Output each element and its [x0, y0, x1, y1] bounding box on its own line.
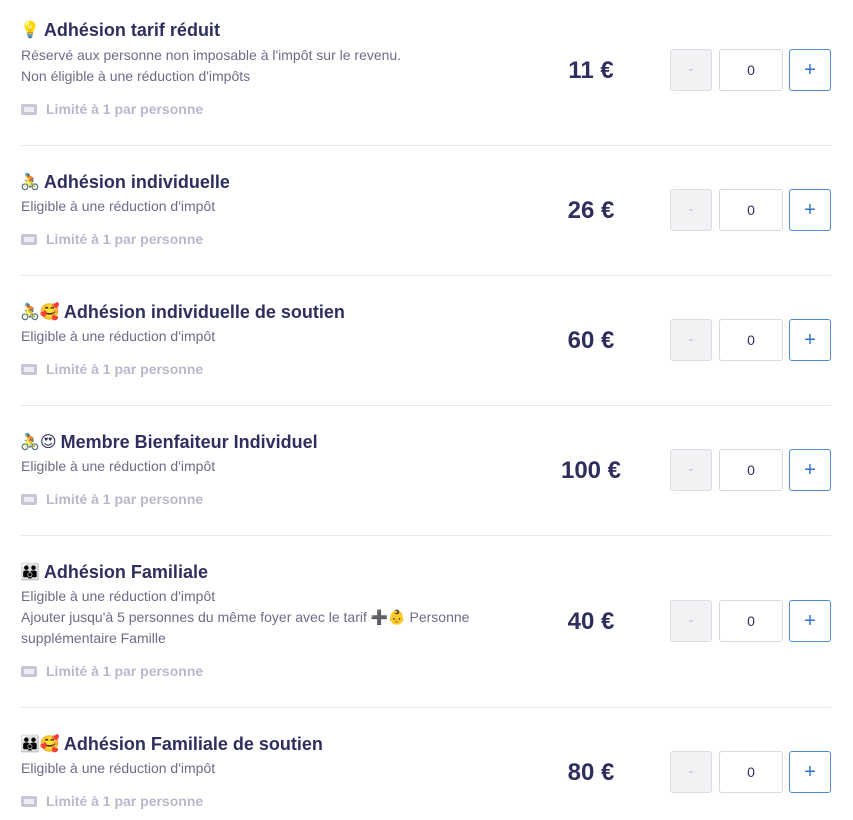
- quantity-input[interactable]: [719, 600, 783, 642]
- ticket-icon: [21, 103, 37, 115]
- ticket-icon: [21, 795, 37, 807]
- list-item: 👪🥰 Adhésion Familiale de soutien Eligibl…: [20, 708, 831, 820]
- quantity-stepper: - +: [670, 319, 831, 361]
- family-icon: 👪: [20, 563, 40, 581]
- limit-text: Limité à 1 par personne: [46, 663, 204, 679]
- item-title-text: Adhésion individuelle: [43, 172, 230, 192]
- item-price: 40 €: [567, 608, 615, 635]
- item-title-text: Adhésion Familiale de soutien: [63, 734, 323, 754]
- cyclist-heart-eyes-icon: 🚴😍: [20, 433, 57, 451]
- description-line: Eligible à une réduction d'impôt: [21, 760, 216, 776]
- item-price: 100 €: [560, 457, 622, 484]
- item-title-text: Adhésion tarif réduit: [43, 20, 220, 40]
- increment-button[interactable]: +: [789, 600, 831, 642]
- description-line: Réservé aux personne non imposable à l'i…: [21, 47, 402, 63]
- increment-button[interactable]: +: [789, 189, 831, 231]
- item-limit: Limité à 1 par personne: [21, 663, 203, 679]
- family-love-icon: 👪🥰: [20, 735, 60, 753]
- item-title: 👪🥰 Adhésion Familiale de soutien: [20, 734, 323, 755]
- item-title: 💡 Adhésion tarif réduit: [20, 20, 220, 41]
- quantity-input[interactable]: [719, 449, 783, 491]
- item-title: 🚴😍 Membre Bienfaiteur Individuel: [20, 432, 318, 453]
- decrement-button[interactable]: -: [670, 449, 712, 491]
- item-title-text: Adhésion Familiale: [43, 562, 208, 582]
- item-limit: Limité à 1 par personne: [21, 231, 203, 247]
- quantity-stepper: - +: [670, 49, 831, 91]
- item-limit: Limité à 1 par personne: [21, 101, 203, 117]
- increment-button[interactable]: +: [789, 751, 831, 793]
- decrement-button[interactable]: -: [670, 600, 712, 642]
- increment-button[interactable]: +: [789, 49, 831, 91]
- limit-text: Limité à 1 par personne: [46, 101, 204, 117]
- quantity-stepper: - +: [670, 449, 831, 491]
- item-title: 🚴 Adhésion individuelle: [20, 172, 230, 193]
- item-price: 60 €: [567, 327, 615, 354]
- list-item: 🚴😍 Membre Bienfaiteur Individuel Eligibl…: [20, 406, 831, 536]
- item-title-text: Adhésion individuelle de soutien: [63, 302, 345, 322]
- item-title-text: Membre Bienfaiteur Individuel: [60, 432, 318, 452]
- ticket-icon: [21, 493, 37, 505]
- list-item: 🚴🥰 Adhésion individuelle de soutien Elig…: [20, 276, 831, 406]
- description-line: Eligible à une réduction d'impôt: [21, 458, 216, 474]
- quantity-stepper: - +: [670, 189, 831, 231]
- item-description: Eligible à une réduction d'impôt: [21, 196, 501, 217]
- item-price: 80 €: [567, 759, 615, 786]
- increment-button[interactable]: +: [789, 449, 831, 491]
- cyclist-love-icon: 🚴🥰: [20, 303, 60, 321]
- list-item: 🚴 Adhésion individuelle Eligible à une r…: [20, 146, 831, 276]
- increment-button[interactable]: +: [789, 319, 831, 361]
- lightbulb-icon: 💡: [20, 21, 40, 39]
- quantity-stepper: - +: [670, 751, 831, 793]
- description-line: Eligible à une réduction d'impôt: [21, 328, 216, 344]
- limit-text: Limité à 1 par personne: [46, 793, 204, 809]
- list-item: 👪 Adhésion Familiale Eligible à une rédu…: [20, 536, 831, 708]
- decrement-button[interactable]: -: [670, 751, 712, 793]
- description-line: Eligible à une réduction d'impôt: [21, 588, 216, 604]
- quantity-input[interactable]: [719, 49, 783, 91]
- decrement-button[interactable]: -: [670, 49, 712, 91]
- list-item: 💡 Adhésion tarif réduit Réservé aux pers…: [20, 0, 831, 146]
- item-price: 26 €: [567, 197, 615, 224]
- cyclist-icon: 🚴: [20, 173, 40, 191]
- item-limit: Limité à 1 par personne: [21, 793, 203, 809]
- item-description: Eligible à une réduction d'impôt: [21, 326, 501, 347]
- ticket-icon: [21, 233, 37, 245]
- item-limit: Limité à 1 par personne: [21, 361, 203, 377]
- description-line: Ajouter jusqu'à 5 personnes du même foye…: [21, 609, 470, 625]
- decrement-button[interactable]: -: [670, 189, 712, 231]
- limit-text: Limité à 1 par personne: [46, 231, 204, 247]
- item-title: 👪 Adhésion Familiale: [20, 562, 208, 583]
- item-price: 11 €: [568, 57, 614, 84]
- quantity-input[interactable]: [719, 319, 783, 361]
- membership-list: 💡 Adhésion tarif réduit Réservé aux pers…: [0, 0, 853, 820]
- limit-text: Limité à 1 par personne: [46, 491, 204, 507]
- item-description: Réservé aux personne non imposable à l'i…: [21, 45, 501, 87]
- item-title: 🚴🥰 Adhésion individuelle de soutien: [20, 302, 345, 323]
- description-line: supplémentaire Famille: [21, 630, 166, 646]
- ticket-icon: [21, 363, 37, 375]
- description-line: Non éligible à une réduction d'impôts: [21, 68, 251, 84]
- ticket-icon: [21, 665, 37, 677]
- quantity-stepper: - +: [670, 600, 831, 642]
- quantity-input[interactable]: [719, 751, 783, 793]
- decrement-button[interactable]: -: [670, 319, 712, 361]
- quantity-input[interactable]: [719, 189, 783, 231]
- item-limit: Limité à 1 par personne: [21, 491, 203, 507]
- item-description: Eligible à une réduction d'impôt: [21, 456, 501, 477]
- item-description: Eligible à une réduction d'impôt Ajouter…: [21, 586, 501, 649]
- limit-text: Limité à 1 par personne: [46, 361, 204, 377]
- description-line: Eligible à une réduction d'impôt: [21, 198, 216, 214]
- item-description: Eligible à une réduction d'impôt: [21, 758, 501, 779]
